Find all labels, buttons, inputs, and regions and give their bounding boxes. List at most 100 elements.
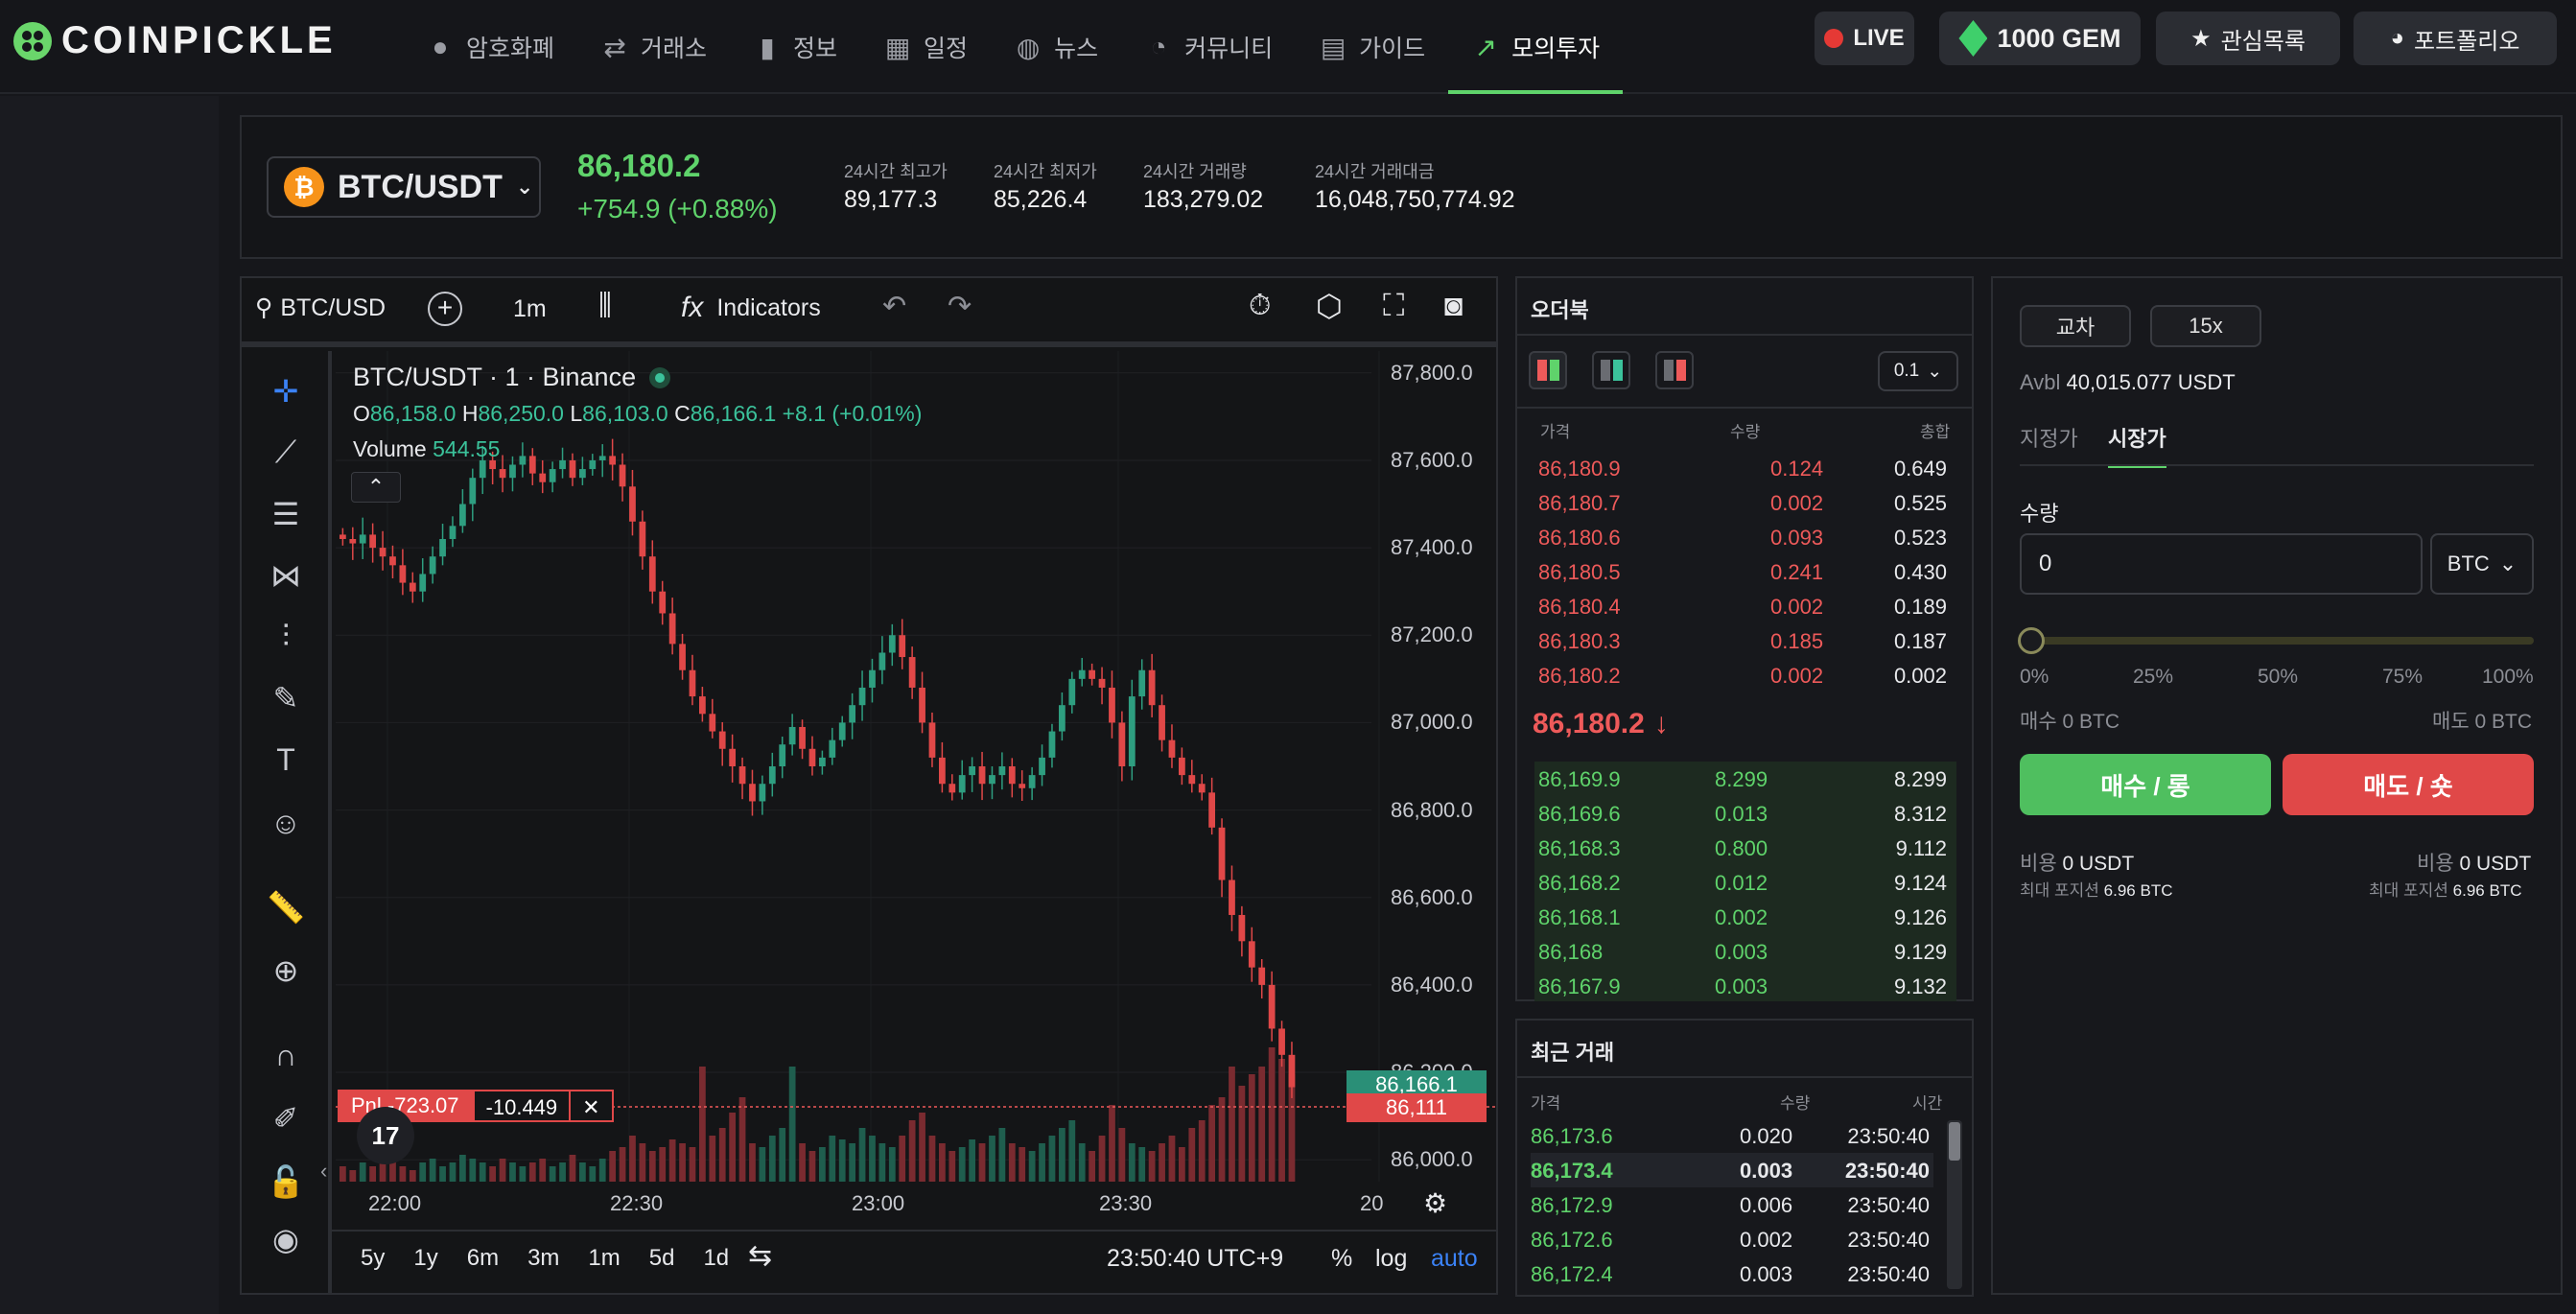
ask-row[interactable]: 86,180.9 0.124 0.649	[1536, 451, 1955, 485]
candle-body	[449, 526, 457, 539]
bid-row[interactable]: 86,168.3 0.800 9.112	[1536, 831, 1955, 865]
undo-icon[interactable]: ↶	[882, 290, 906, 323]
collapse-legend-icon[interactable]: ⌃	[351, 472, 401, 503]
redo-icon[interactable]: ↷	[948, 290, 972, 323]
sell-short-button[interactable]: 매도 / 숏	[2283, 754, 2534, 815]
trades-scrollbar[interactable]	[1947, 1120, 1962, 1289]
portfolio-button[interactable]: ◕ 포트폴리오	[2354, 12, 2557, 65]
trade-row[interactable]: 86,172.6 0.002 23:50:40	[1531, 1222, 1933, 1256]
symbol-search[interactable]: ⚲ BTC/USD	[255, 293, 386, 322]
text-tool-icon[interactable]: T	[261, 735, 311, 785]
fullscreen-icon[interactable]: ⛶	[1383, 288, 1404, 324]
slider-mark-50[interactable]: 50%	[2258, 666, 2298, 689]
trendline-icon[interactable]: ⟋	[261, 428, 311, 478]
bid-row[interactable]: 86,167.9 0.003 9.132	[1536, 969, 1955, 1003]
indicators-button[interactable]: fx Indicators	[681, 292, 821, 324]
ask-qty: 0.093	[1770, 526, 1824, 550]
slider-mark-75[interactable]: 75%	[2382, 666, 2423, 689]
timezone-clock[interactable]: 23:50:40 UTC+9	[1107, 1245, 1283, 1273]
tab-market[interactable]: 시장가	[2108, 422, 2166, 468]
qty-slider-track[interactable]	[2020, 637, 2534, 645]
range-5d[interactable]: 5d	[649, 1245, 675, 1272]
ask-row[interactable]: 86,180.4 0.002 0.189	[1536, 589, 1955, 623]
range-1d[interactable]: 1d	[703, 1245, 729, 1272]
bid-row[interactable]: 86,169.9 8.299 8.299	[1536, 762, 1955, 796]
nav-item-exchange[interactable]: ⇄ 거래소	[577, 0, 730, 94]
range-6m[interactable]: 6m	[467, 1245, 499, 1272]
tab-limit[interactable]: 지정가	[2020, 422, 2078, 453]
ask-row[interactable]: 86,180.7 0.002 0.525	[1536, 485, 1955, 520]
bid-row[interactable]: 86,168.1 0.002 9.126	[1536, 900, 1955, 934]
unit-select[interactable]: BTC ⌄	[2430, 533, 2534, 595]
leverage-button[interactable]: 15x	[2150, 305, 2261, 347]
nav-item-news[interactable]: ◍ 뉴스	[991, 0, 1121, 94]
ask-row[interactable]: 86,180.5 0.241 0.430	[1536, 554, 1955, 589]
alert-icon[interactable]: ⏱	[1249, 290, 1271, 322]
magnet-icon[interactable]: ∩	[261, 1030, 311, 1080]
camera-icon[interactable]: ◙	[1444, 288, 1463, 323]
price-chart[interactable]	[336, 351, 1496, 1182]
zoom-in-icon[interactable]: ⊕	[261, 946, 311, 996]
margin-mode-button[interactable]: 교차	[2020, 305, 2131, 347]
view-both-icon[interactable]	[1529, 351, 1567, 389]
range-1m[interactable]: 1m	[588, 1245, 620, 1272]
nav-item-crypto[interactable]: ● 암호화폐	[403, 0, 577, 94]
add-symbol-icon[interactable]: +	[428, 292, 462, 326]
qty-slider-handle[interactable]	[2018, 627, 2045, 654]
ruler-icon[interactable]: 📏	[261, 882, 311, 932]
bid-row[interactable]: 86,168 0.003 9.129	[1536, 934, 1955, 969]
percent-scale-toggle[interactable]: %	[1331, 1245, 1352, 1273]
bid-price: 86,168.3	[1538, 836, 1621, 860]
bid-row[interactable]: 86,168.2 0.012 9.124	[1536, 865, 1955, 900]
settings-icon[interactable]: ⬡	[1316, 288, 1343, 324]
trade-row[interactable]: 86,173.4 0.003 23:50:40	[1531, 1153, 1933, 1187]
candle-body	[998, 766, 1006, 776]
prediction-icon[interactable]: ⫶	[261, 612, 311, 662]
close-position-icon[interactable]: ✕	[571, 1090, 614, 1122]
bid-row[interactable]: 86,169.6 0.013 8.312	[1536, 796, 1955, 831]
brand-logo[interactable]: COINPICKLE	[13, 19, 337, 62]
view-bids-icon[interactable]	[1592, 351, 1630, 389]
slider-mark-100[interactable]: 100%	[2482, 666, 2534, 689]
slider-mark-25[interactable]: 25%	[2133, 666, 2173, 689]
crosshair-icon[interactable]: ✛	[261, 366, 311, 416]
slider-mark-0[interactable]: 0%	[2020, 666, 2049, 689]
candle-type-icon[interactable]: ⫼	[598, 290, 612, 322]
view-asks-icon[interactable]	[1655, 351, 1694, 389]
unlock-icon[interactable]: 🔓	[261, 1157, 311, 1207]
trade-row[interactable]: 86,172.4 0.003 23:50:40	[1531, 1256, 1933, 1291]
emoji-icon[interactable]: ☺	[261, 798, 311, 848]
trade-row[interactable]: 86,172.9 0.006 23:50:40	[1531, 1187, 1933, 1222]
date-range-icon[interactable]: ⇆	[748, 1239, 772, 1273]
nav-item-info[interactable]: ▮ 정보	[730, 0, 860, 94]
auto-scale-toggle[interactable]: auto	[1431, 1245, 1478, 1273]
interval-selector[interactable]: 1m	[513, 295, 547, 323]
eye-icon[interactable]: ◉	[261, 1214, 311, 1264]
range-5y[interactable]: 5y	[361, 1245, 385, 1272]
lock-drawing-icon[interactable]: ✐	[261, 1093, 311, 1143]
qty-input[interactable]: 0	[2020, 533, 2423, 595]
pattern-icon[interactable]: ⋈	[261, 551, 311, 600]
trade-row[interactable]: 86,173.6 0.020 23:50:40	[1531, 1118, 1933, 1153]
nav-item-mock-trading[interactable]: ↗ 모의투자	[1448, 0, 1624, 94]
nav-item-guide[interactable]: ▤ 가이드	[1296, 0, 1448, 94]
expand-toolbar-icon[interactable]: ‹	[320, 1159, 327, 1184]
chart-settings-icon[interactable]: ⚙	[1423, 1187, 1447, 1219]
brush-icon[interactable]: ✎	[261, 673, 311, 723]
nav-item-schedule[interactable]: ▦ 일정	[860, 0, 991, 94]
watchlist-button[interactable]: ★ 관심목록	[2156, 12, 2340, 65]
nav-item-community[interactable]: ◔ 커뮤니티	[1121, 0, 1296, 94]
live-badge[interactable]: LIVE	[1815, 12, 1914, 65]
gem-balance[interactable]: 1000 GEM	[1939, 12, 2141, 65]
tick-size-select[interactable]: 0.1 ⌄	[1878, 351, 1958, 391]
ask-row[interactable]: 86,180.3 0.185 0.187	[1536, 623, 1955, 658]
pair-selector[interactable]: ₿ BTC/USDT ⌄	[267, 156, 541, 218]
range-1y[interactable]: 1y	[413, 1245, 437, 1272]
ask-row[interactable]: 86,180.2 0.002 0.002	[1536, 658, 1955, 692]
range-3m[interactable]: 3m	[527, 1245, 559, 1272]
ask-row[interactable]: 86,180.6 0.093 0.523	[1536, 520, 1955, 554]
log-scale-toggle[interactable]: log	[1375, 1245, 1407, 1273]
buy-long-button[interactable]: 매수 / 롱	[2020, 754, 2271, 815]
fib-lines-icon[interactable]: ☰	[261, 489, 311, 539]
volume-bar	[978, 1143, 986, 1182]
